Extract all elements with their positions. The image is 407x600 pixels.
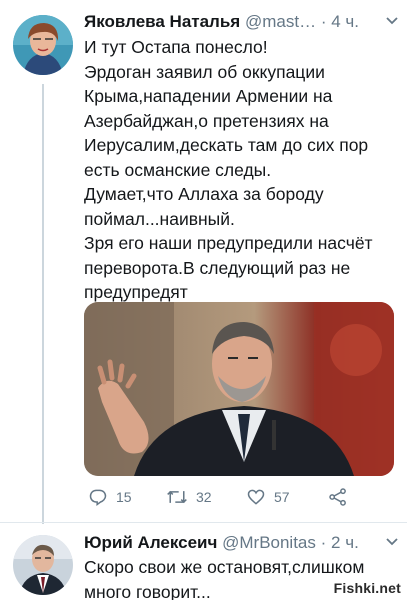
author-name[interactable]: Юрий Алексеич — [84, 533, 217, 552]
timestamp[interactable]: 4 ч. — [331, 12, 359, 31]
tweet-text-line: Зря его наши предупредили насчёт — [84, 233, 373, 253]
retweet-button[interactable]: 32 — [166, 487, 212, 507]
tweet-text-line: Эрдоган заявил об оккупации — [84, 61, 325, 82]
separator-dot: · — [320, 533, 327, 552]
chevron-down-icon[interactable] — [385, 534, 399, 550]
chevron-down-icon[interactable] — [385, 13, 399, 29]
tweet-header: Юрий Алексеич @MrBonitas · 2 ч. — [84, 533, 359, 553]
reply-icon — [88, 487, 108, 507]
reply-button[interactable]: 15 — [88, 487, 132, 507]
heart-icon — [246, 487, 266, 507]
tweet-text-line: Азербайджан,о претензиях на — [84, 110, 329, 131]
separator-dot: · — [320, 12, 327, 31]
share-button[interactable] — [328, 487, 348, 507]
tweet-text-line: переворота.В следующий раз не — [84, 257, 351, 278]
tweet-text-line: поймал...наивный. — [84, 208, 235, 229]
tweet-photo[interactable] — [84, 302, 394, 476]
tweet-text-line: Иерусалим,дескать там до сих пор — [84, 135, 369, 155]
author-name[interactable]: Яковлева Наталья — [84, 12, 240, 31]
tweet-text: И тут Остапа понесло! Эрдоган заявил об … — [84, 35, 396, 305]
avatar[interactable] — [13, 535, 73, 595]
tweet[interactable]: Яковлева Наталья @mast… · 4 ч. И тут Ост… — [0, 0, 407, 522]
reply-count: 15 — [116, 489, 132, 505]
timestamp[interactable]: 2 ч. — [331, 533, 359, 552]
tweet-text-line: И тут Остапа понесло! — [84, 37, 268, 57]
retweet-count: 32 — [196, 489, 212, 505]
tweet-text-line: Крыма,нападении Армении на — [84, 86, 333, 106]
share-icon — [328, 487, 348, 507]
avatar[interactable] — [13, 15, 73, 75]
tweet-divider — [0, 522, 407, 523]
tweet-header: Яковлева Наталья @mast… · 4 ч. — [84, 12, 359, 32]
tweet-text-line: предупредят — [84, 282, 188, 302]
author-handle[interactable]: @MrBonitas — [222, 533, 316, 552]
retweet-icon — [166, 487, 188, 507]
like-button[interactable]: 57 — [246, 487, 290, 507]
like-count: 57 — [274, 489, 290, 505]
author-handle[interactable]: @mast… — [245, 12, 316, 31]
tweet-text-line: Думает,что Аллаха за бороду — [84, 184, 324, 204]
watermark: Fishki.net — [333, 580, 401, 596]
tweet-actions: 15 32 57 — [84, 487, 394, 511]
tweet-text-line: Скоро свои же остановят,слишком — [84, 557, 365, 577]
tweet-text-line: есть османские следы. — [84, 159, 272, 180]
